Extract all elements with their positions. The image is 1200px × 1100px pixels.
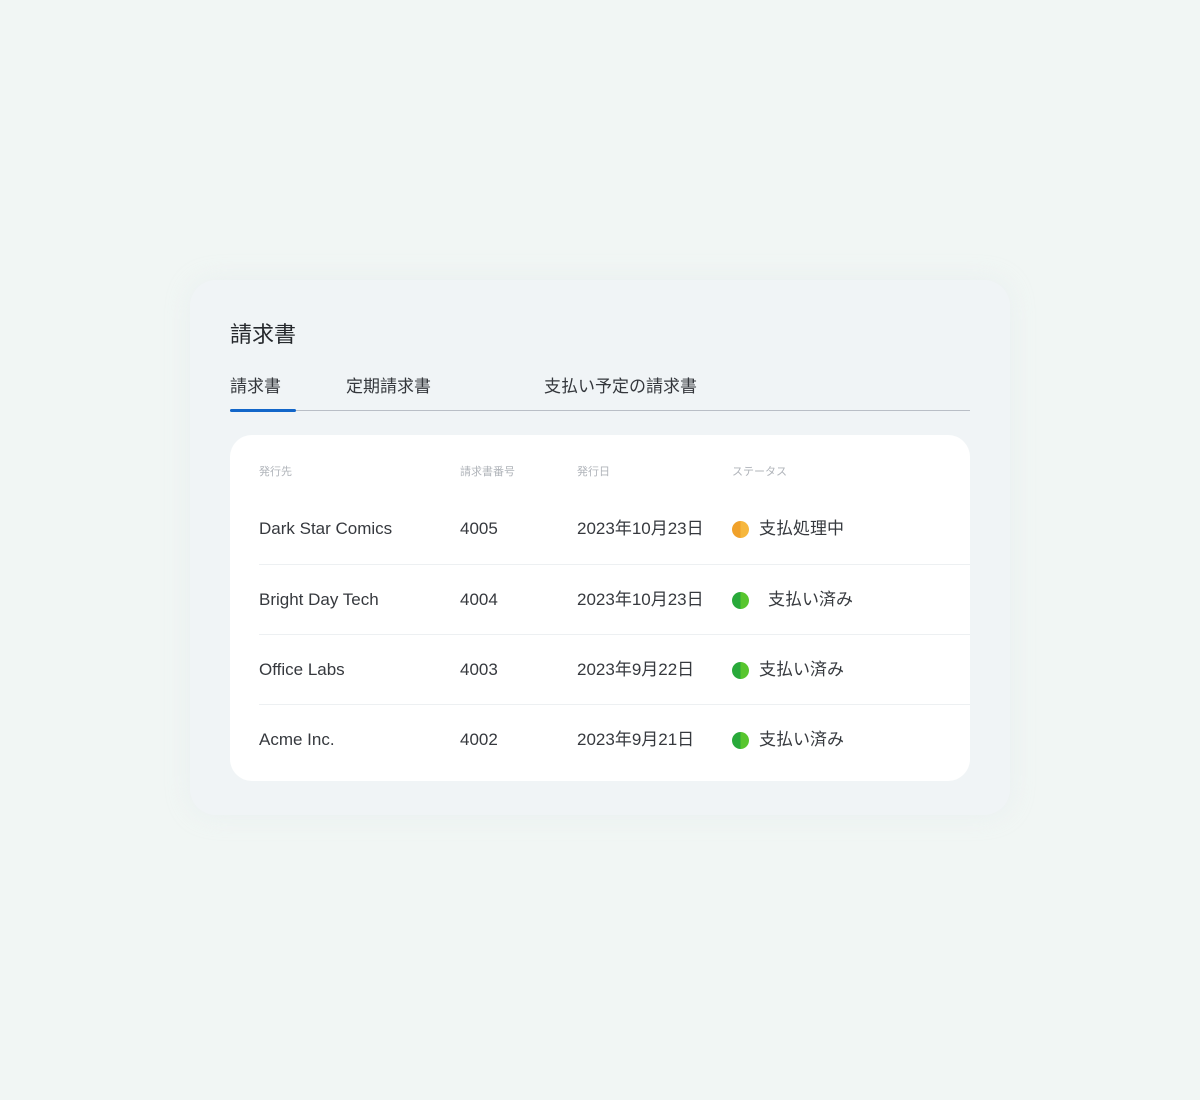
status-badge: 支払い済み bbox=[759, 660, 844, 679]
column-header-issue-date[interactable]: 発行日 bbox=[577, 465, 610, 479]
status-dot-icon bbox=[732, 662, 749, 679]
invoice-number-cell: 4002 bbox=[460, 730, 498, 749]
column-header-invoice-number[interactable]: 請求書番号 bbox=[460, 465, 515, 479]
status-badge: 支払処理中 bbox=[759, 519, 844, 538]
tab-invoices[interactable]: 請求書 bbox=[230, 376, 281, 398]
status-badge: 支払い済み bbox=[759, 730, 844, 749]
tab-scheduled-invoices[interactable]: 支払い予定の請求書 bbox=[544, 376, 697, 398]
invoice-number-cell: 4004 bbox=[460, 590, 498, 609]
table-row[interactable]: Office Labs 4003 2023年9月22日 支払い済み bbox=[259, 634, 970, 705]
issue-date-cell: 2023年9月21日 bbox=[577, 730, 695, 749]
invoice-number-cell: 4003 bbox=[460, 660, 498, 679]
status-dot-icon bbox=[732, 521, 749, 538]
status-badge: 支払い済み bbox=[768, 590, 853, 609]
column-header-recipient[interactable]: 発行先 bbox=[259, 465, 292, 479]
page-title: 請求書 bbox=[230, 322, 297, 347]
issue-date-cell: 2023年10月23日 bbox=[577, 519, 704, 538]
table-row[interactable]: Bright Day Tech 4004 2023年10月23日 支払い済み bbox=[259, 564, 970, 635]
recipient-cell: Bright Day Tech bbox=[259, 590, 379, 609]
recipient-cell: Dark Star Comics bbox=[259, 519, 393, 538]
issue-date-cell: 2023年10月23日 bbox=[577, 590, 704, 609]
issue-date-cell: 2023年9月22日 bbox=[577, 660, 695, 679]
active-tab-indicator bbox=[230, 408, 296, 412]
table-row[interactable]: Dark Star Comics 4005 2023年10月23日 支払処理中 bbox=[259, 494, 970, 564]
tab-recurring-invoices[interactable]: 定期請求書 bbox=[346, 376, 431, 398]
invoice-table: 発行先 請求書番号 発行日 ステータス Dark Star Comics 400… bbox=[230, 435, 970, 781]
recipient-cell: Office Labs bbox=[259, 660, 345, 679]
tab-bar: 請求書 定期請求書 支払い予定の請求書 bbox=[230, 372, 970, 412]
table-row[interactable]: Acme Inc. 4002 2023年9月21日 支払い済み bbox=[259, 704, 970, 775]
status-dot-icon bbox=[732, 592, 749, 609]
invoice-number-cell: 4005 bbox=[460, 519, 498, 538]
recipient-cell: Acme Inc. bbox=[259, 730, 335, 749]
status-dot-icon bbox=[732, 732, 749, 749]
column-header-status[interactable]: ステータス bbox=[732, 465, 787, 479]
